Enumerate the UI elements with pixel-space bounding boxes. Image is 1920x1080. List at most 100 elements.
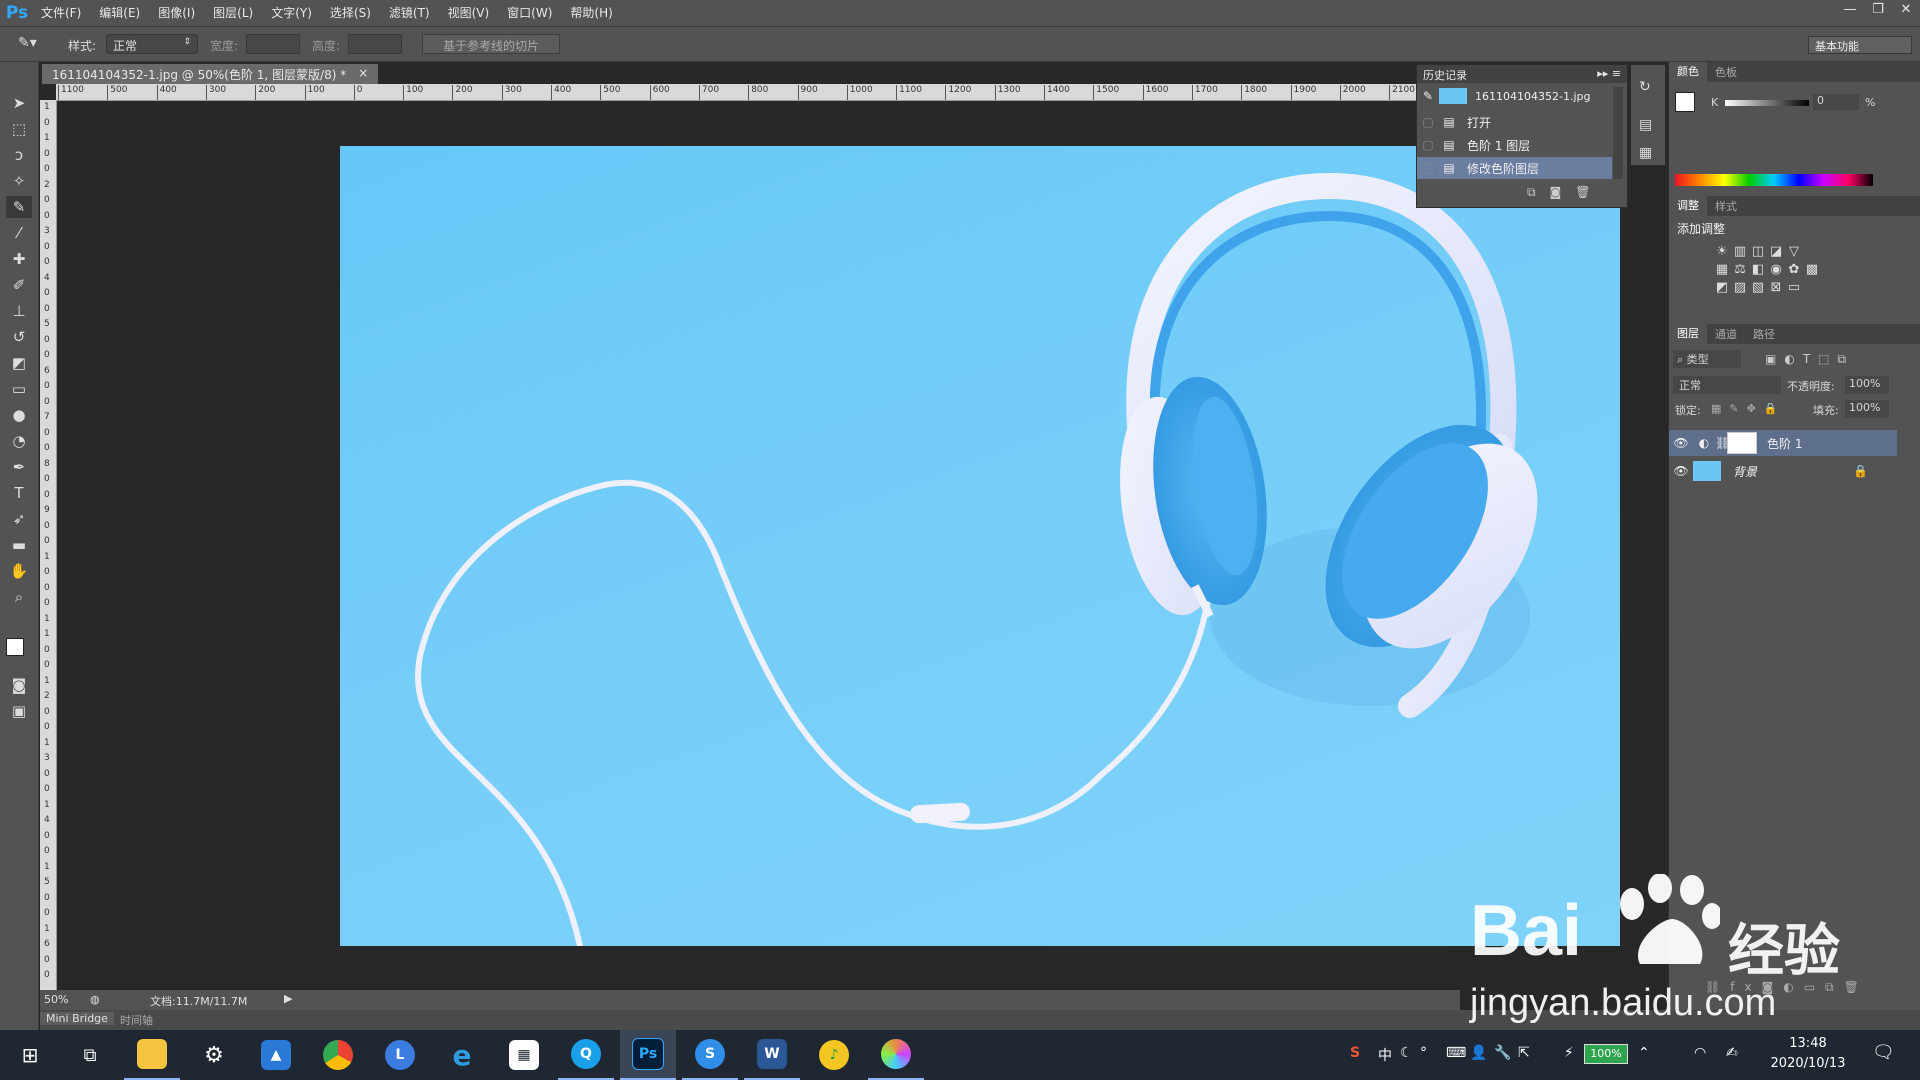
slice-tool-icon[interactable]: ✎▾ xyxy=(18,35,37,51)
quick-mask-icon[interactable]: ◙ xyxy=(6,674,32,696)
menu-select[interactable]: 选择(S) xyxy=(321,0,380,26)
lasso-tool-icon[interactable]: ↄ xyxy=(6,144,32,166)
eraser-tool-icon[interactable]: ◩ xyxy=(6,352,32,374)
colorful-app-icon[interactable] xyxy=(868,1030,924,1080)
selective-color-icon[interactable]: ⊠ xyxy=(1767,278,1785,296)
fg-color-swatch[interactable] xyxy=(1675,92,1695,112)
shape-tool-icon[interactable]: ▬ xyxy=(6,534,32,556)
clone-stamp-tool-icon[interactable]: ⊥ xyxy=(6,300,32,322)
layer-name[interactable]: 色阶 1 xyxy=(1767,435,1802,452)
history-title[interactable]: 历史记录 xyxy=(1423,69,1467,82)
quick-select-tool-icon[interactable]: ✧ xyxy=(6,170,32,192)
path-select-tool-icon[interactable]: ➶ xyxy=(6,508,32,530)
pen-tool-icon[interactable]: ✒ xyxy=(6,456,32,478)
gradient-map-icon[interactable]: ▭ xyxy=(1785,278,1803,296)
panel-menu-icon[interactable]: ▸▸ ≡ xyxy=(1597,67,1621,80)
wifi-icon[interactable]: ◠ xyxy=(1694,1045,1706,1061)
foreground-color-swatch[interactable] xyxy=(6,638,24,656)
photo-filter-icon[interactable]: ◉ xyxy=(1767,260,1785,278)
tab-timeline[interactable]: 时间轴 xyxy=(120,1012,153,1028)
k-value-input[interactable]: 0 xyxy=(1813,94,1859,110)
layer-row-levels[interactable]: 👁 ◐ ⛓ 色阶 1 xyxy=(1669,430,1897,456)
menu-help[interactable]: 帮助(H) xyxy=(561,0,621,26)
width-input[interactable] xyxy=(246,34,300,54)
chain-link-icon[interactable]: ⛓ xyxy=(1715,436,1730,450)
menu-window[interactable]: 窗口(W) xyxy=(498,0,561,26)
keyboard-icon[interactable]: ⌨ xyxy=(1446,1045,1466,1061)
tab-mini-bridge[interactable]: Mini Bridge xyxy=(40,1012,114,1025)
hand-tool-icon[interactable]: ✋ xyxy=(6,560,32,582)
black-white-icon[interactable]: ◧ xyxy=(1749,260,1767,278)
clock-date[interactable]: 2020/10/13 xyxy=(1762,1056,1854,1071)
eye-icon[interactable]: 👁 xyxy=(1669,436,1693,450)
tab-adjustments[interactable]: 调整 xyxy=(1669,196,1707,216)
channel-mixer-icon[interactable]: ✿ xyxy=(1785,260,1803,278)
k-slider[interactable] xyxy=(1725,100,1809,106)
trash-icon[interactable]: 🗑 xyxy=(1575,185,1604,199)
clock-time[interactable]: 13:48 xyxy=(1768,1036,1848,1051)
history-panel-icon[interactable]: ↻ xyxy=(1639,79,1651,95)
hue-saturation-icon[interactable]: ▦ xyxy=(1713,260,1731,278)
pen-icon[interactable]: ✍ xyxy=(1726,1045,1738,1061)
eyedropper-tool-icon[interactable]: ⁄ xyxy=(6,222,32,244)
dodge-tool-icon[interactable]: ◔ xyxy=(6,430,32,452)
history-item-selected[interactable]: ▢ ▤ 修改色阶图层 xyxy=(1417,157,1612,179)
levels-icon[interactable]: ▥ xyxy=(1731,242,1749,260)
windows-start-icon[interactable]: ⊞ xyxy=(2,1030,58,1080)
history-snapshot[interactable]: ✎ 161104104352-1.jpg xyxy=(1417,85,1612,107)
healing-brush-tool-icon[interactable]: ✚ xyxy=(6,248,32,270)
invert-icon[interactable]: ◩ xyxy=(1713,278,1731,296)
status-share-icon[interactable]: ◍ xyxy=(90,993,100,1006)
zoom-level[interactable]: 50% xyxy=(44,993,68,1006)
tab-channels[interactable]: 通道 xyxy=(1707,326,1745,342)
exposure-icon[interactable]: ◪ xyxy=(1767,242,1785,260)
adjustment-filter-icon[interactable]: ◐ xyxy=(1784,352,1802,366)
color-lookup-icon[interactable]: ▩ xyxy=(1803,260,1821,278)
menu-type[interactable]: 文字(Y) xyxy=(262,0,321,26)
move-tool-icon[interactable]: ➤ xyxy=(6,92,32,114)
type-filter-icon[interactable]: T xyxy=(1803,352,1818,366)
input-mode[interactable]: 中 xyxy=(1378,1045,1392,1065)
layer-filter-select[interactable]: ⌕ 类型 xyxy=(1673,350,1741,368)
brush-tool-icon[interactable]: ✐ xyxy=(6,274,32,296)
battery-indicator[interactable]: 100% xyxy=(1584,1044,1628,1064)
lock-pixels-icon[interactable]: ✎ xyxy=(1729,402,1746,415)
properties-panel-icon[interactable]: ▤ xyxy=(1639,117,1652,133)
menu-layer[interactable]: 图层(L) xyxy=(204,0,262,26)
blur-tool-icon[interactable]: ● xyxy=(6,404,32,426)
notes-panel-icon[interactable]: ▦ xyxy=(1639,145,1652,161)
internet-explorer-icon[interactable]: e xyxy=(434,1030,490,1080)
store-icon[interactable]: ▦ xyxy=(496,1030,552,1080)
settings-icon[interactable]: ⚙ xyxy=(186,1030,242,1080)
screen-mode-icon[interactable]: ▣ xyxy=(6,700,32,722)
layer-mask-thumbnail[interactable] xyxy=(1727,432,1757,454)
type-tool-icon[interactable]: T xyxy=(6,482,32,504)
document-canvas[interactable] xyxy=(340,146,1620,946)
chevron-up-icon[interactable]: ⌃ xyxy=(1638,1045,1650,1061)
menu-view[interactable]: 视图(V) xyxy=(439,0,499,26)
menu-file[interactable]: 文件(F) xyxy=(32,0,90,26)
curves-icon[interactable]: ◫ xyxy=(1749,242,1767,260)
checkbox-icon[interactable]: ▢ xyxy=(1417,138,1439,152)
punctuation-icon[interactable]: ° xyxy=(1420,1045,1427,1061)
color-balance-icon[interactable]: ⚖ xyxy=(1731,260,1749,278)
tab-styles[interactable]: 样式 xyxy=(1707,198,1745,214)
color-spectrum[interactable] xyxy=(1675,174,1873,186)
slices-from-guides-button[interactable]: 基于参考线的切片 xyxy=(422,34,561,54)
layer-name[interactable]: 背景 xyxy=(1733,463,1853,480)
lock-position-icon[interactable]: ✥ xyxy=(1747,402,1764,415)
zoom-tool-icon[interactable]: ⌕ xyxy=(6,586,32,608)
wrench-icon[interactable]: 🔧 xyxy=(1494,1045,1511,1061)
fill-input[interactable]: 100% xyxy=(1845,400,1889,418)
pixel-filter-icon[interactable]: ▣ xyxy=(1765,352,1784,366)
opacity-input[interactable]: 100% xyxy=(1845,376,1889,394)
brightness-icon[interactable]: ☀ xyxy=(1713,242,1731,260)
layer-row-background[interactable]: 👁 背景 🔒 xyxy=(1669,458,1897,484)
history-brush-tool-icon[interactable]: ↺ xyxy=(6,326,32,348)
new-document-icon[interactable]: ⧉ xyxy=(1527,185,1550,199)
checkbox-icon[interactable]: ▢ xyxy=(1417,161,1439,175)
external-icon[interactable]: ⇱ xyxy=(1518,1045,1530,1061)
posterize-icon[interactable]: ▨ xyxy=(1731,278,1749,296)
menu-edit[interactable]: 编辑(E) xyxy=(90,0,149,26)
s-app-icon[interactable]: S xyxy=(682,1030,738,1080)
